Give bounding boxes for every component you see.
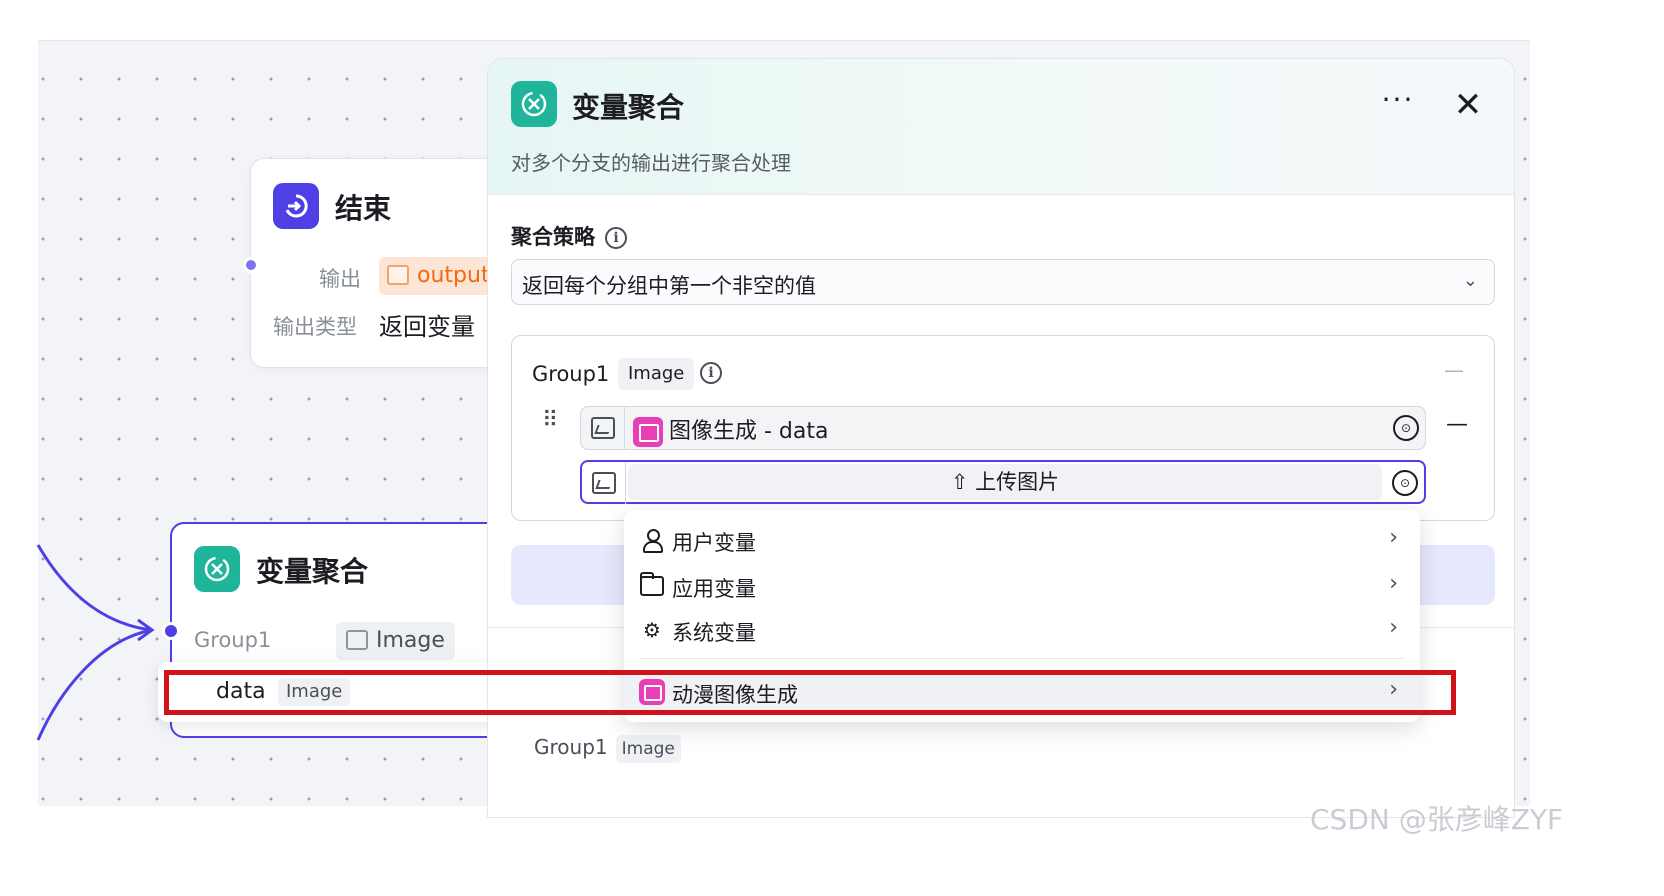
strategy-select[interactable]: 返回每个分组中第一个非空的值 ⌄ — [511, 259, 1495, 305]
menu-item-app-variables[interactable]: 应用变量 › — [624, 564, 1420, 608]
strategy-select-value: 返回每个分组中第一个非空的值 — [522, 274, 816, 298]
aggregate-node-group-type: Image — [336, 622, 455, 660]
group-card: Group1 Image i — ⠿ 图像生成 - data ⊙ — ⇧ 上传图… — [511, 335, 1495, 521]
gear-icon: ⚙ — [643, 618, 661, 642]
folder-icon — [640, 572, 664, 598]
end-node-input-port[interactable] — [243, 257, 259, 273]
chevron-right-icon: › — [1389, 525, 1398, 550]
group-name[interactable]: Group1 — [532, 362, 609, 386]
panel-title: 变量聚合 — [572, 91, 685, 124]
more-options-icon[interactable]: ··· — [1378, 85, 1418, 125]
upload-image-button[interactable]: ⇧ 上传图片 — [628, 464, 1382, 500]
watermark: CSDN @张彦峰ZYF — [1310, 803, 1564, 836]
user-icon — [640, 528, 664, 553]
group-type-tag: Image — [618, 358, 695, 390]
variable-picker-icon[interactable]: ⊙ — [1392, 470, 1418, 496]
output-group-row: Group1 Image — [534, 735, 681, 763]
variable-picker-icon[interactable]: ⊙ — [1393, 415, 1419, 441]
remove-row-icon[interactable]: — — [1446, 412, 1468, 437]
end-node-output-tag: output — [379, 257, 498, 295]
image-type-icon — [582, 462, 626, 504]
upload-icon: ⇧ — [950, 470, 976, 494]
collapse-group-icon[interactable]: — — [1444, 358, 1464, 382]
info-icon[interactable]: i — [605, 227, 627, 249]
upload-row[interactable]: ⇧ 上传图片 ⊙ — [580, 460, 1426, 504]
highlight-annotation-box — [164, 670, 1456, 715]
chevron-right-icon: › — [1389, 615, 1398, 640]
menu-divider — [640, 658, 1404, 659]
menu-item-user-variables[interactable]: 用户变量 › — [624, 518, 1420, 562]
aggregate-node-input-port[interactable] — [162, 622, 180, 640]
image-icon — [387, 265, 409, 285]
chevron-down-icon: ⌄ — [1462, 270, 1478, 291]
end-node-output-type-value: 返回变量 — [379, 313, 475, 341]
close-icon[interactable]: ✕ — [1448, 85, 1488, 125]
variable-ref: 图像生成 - data — [633, 413, 828, 447]
end-node-output-label: 输出 — [319, 267, 361, 291]
panel-header: 变量聚合 对多个分支的输出进行聚合处理 ··· ✕ — [488, 59, 1514, 195]
drag-handle-icon[interactable]: ⠿ — [542, 410, 562, 432]
info-icon[interactable]: i — [700, 362, 722, 384]
aggregate-node-title: 变量聚合 — [256, 555, 369, 588]
aggregate-node-icon — [194, 546, 240, 592]
variable-ref-row[interactable]: 图像生成 - data ⊙ — [580, 406, 1426, 450]
output-group-type: Image — [615, 735, 681, 763]
aggregate-node-group-label: Group1 — [194, 628, 272, 652]
end-node-title: 结束 — [335, 192, 392, 225]
end-node-icon — [273, 183, 319, 229]
panel-description: 对多个分支的输出进行聚合处理 — [511, 151, 791, 175]
aggregate-icon — [511, 81, 557, 127]
strategy-label: 聚合策略 i — [511, 221, 627, 251]
image-type-icon — [581, 407, 625, 449]
chevron-right-icon: › — [1389, 571, 1398, 596]
image-icon — [346, 630, 368, 650]
end-node-output-type-label: 输出类型 — [273, 315, 357, 339]
menu-item-system-variables[interactable]: ⚙ 系统变量 › — [624, 608, 1420, 652]
image-gen-icon — [633, 417, 663, 447]
